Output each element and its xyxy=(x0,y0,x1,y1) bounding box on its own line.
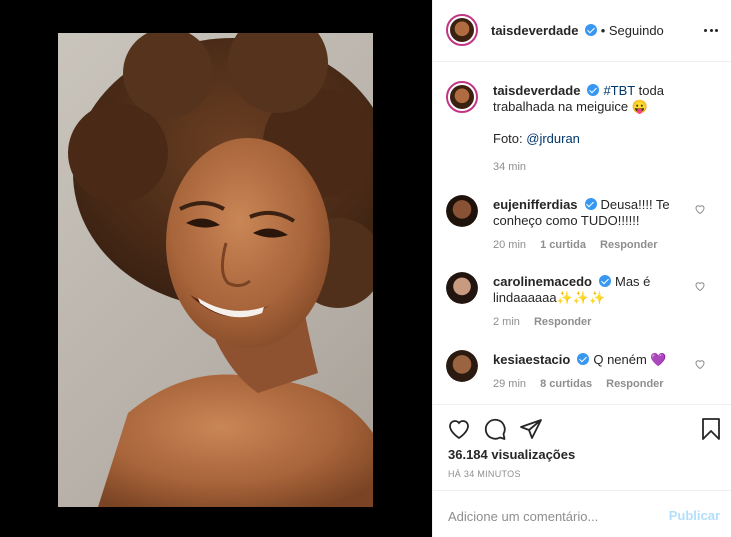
comment-meta: 20 min 1 curtida Responder xyxy=(493,239,668,251)
verified-badge-icon xyxy=(587,84,600,96)
comment-likes[interactable]: 1 curtida xyxy=(540,239,586,251)
caption-username[interactable]: taisdeverdade xyxy=(493,83,580,98)
commenter-username[interactable]: carolinemacedo xyxy=(493,274,592,289)
caption-time[interactable]: 34 min xyxy=(493,161,526,173)
shoulder-shape xyxy=(98,374,373,507)
post-timestamp[interactable]: HÁ 34 MINUTOS xyxy=(448,469,521,479)
comment-time[interactable]: 29 min xyxy=(493,378,526,390)
verified-badge-icon xyxy=(599,275,611,287)
reply-button[interactable]: Responder xyxy=(600,239,657,251)
comment-text: carolinemacedo Mas é lindaaaaaa✨✨✨ xyxy=(493,274,693,306)
verified-badge-icon xyxy=(585,24,598,36)
comment-likes[interactable]: 8 curtidas xyxy=(540,378,592,390)
comment-bubble-icon[interactable] xyxy=(483,417,507,441)
comment-meta: 29 min 8 curtidas Responder xyxy=(493,378,675,390)
action-bar: 36.184 visualizações HÁ 34 MINUTOS xyxy=(433,404,731,490)
heart-icon[interactable] xyxy=(694,358,706,370)
publish-button[interactable]: Publicar xyxy=(669,508,720,523)
bookmark-icon[interactable] xyxy=(699,417,723,441)
comment-time[interactable]: 2 min xyxy=(493,316,520,328)
portrait-illustration xyxy=(68,33,373,507)
reply-button[interactable]: Responder xyxy=(606,378,663,390)
photo-credit-prefix: Foto: xyxy=(493,131,523,146)
caption-text: taisdeverdade #TBT toda trabalhada na mei… xyxy=(493,83,693,147)
add-comment-bar: Publicar xyxy=(433,490,731,537)
heart-icon[interactable] xyxy=(447,417,471,441)
heart-icon[interactable] xyxy=(694,203,706,215)
post-photo[interactable] xyxy=(58,33,373,507)
comment-input[interactable] xyxy=(448,507,658,525)
caption-avatar[interactable] xyxy=(446,81,478,113)
commenter-username[interactable]: eujenifferdias xyxy=(493,197,578,212)
heart-icon[interactable] xyxy=(694,280,706,292)
comment-text: kesiaestacio Q neném 💜 xyxy=(493,352,693,368)
commenter-avatar[interactable] xyxy=(446,195,478,227)
comment-meta: 2 min Responder xyxy=(493,316,602,328)
verified-badge-icon xyxy=(584,198,597,210)
views-count[interactable]: 36.184 visualizações xyxy=(448,447,575,462)
reply-button[interactable]: Responder xyxy=(534,316,591,328)
post-header: taisdeverdade • Seguindo xyxy=(433,0,731,62)
author-avatar[interactable] xyxy=(446,14,478,46)
verified-badge-icon xyxy=(577,353,590,365)
commenter-username[interactable]: kesiaestacio xyxy=(493,352,570,367)
comment-body: Q neném 💜 xyxy=(593,352,667,367)
more-options-icon[interactable] xyxy=(703,22,719,38)
caption-meta: 34 min xyxy=(493,161,537,173)
commenter-avatar[interactable] xyxy=(446,272,478,304)
author-username[interactable]: taisdeverdade xyxy=(491,23,578,38)
hashtag-link[interactable]: #TBT xyxy=(603,83,635,98)
comment-text: eujenifferdias Deusa!!!! Te conheço como … xyxy=(493,197,693,229)
paper-plane-icon[interactable] xyxy=(519,417,543,441)
photo-credit-link[interactable]: @jrduran xyxy=(526,131,580,146)
post-sidebar: taisdeverdade • Seguindo taisdeverdade #T… xyxy=(432,0,731,537)
follow-status[interactable]: • Seguindo xyxy=(601,23,664,38)
author-line: taisdeverdade • Seguindo xyxy=(491,23,664,38)
commenter-avatar[interactable] xyxy=(446,350,478,382)
media-pane xyxy=(0,0,432,537)
comment-time[interactable]: 20 min xyxy=(493,239,526,251)
comments-list: taisdeverdade #TBT toda trabalhada na mei… xyxy=(433,62,731,404)
